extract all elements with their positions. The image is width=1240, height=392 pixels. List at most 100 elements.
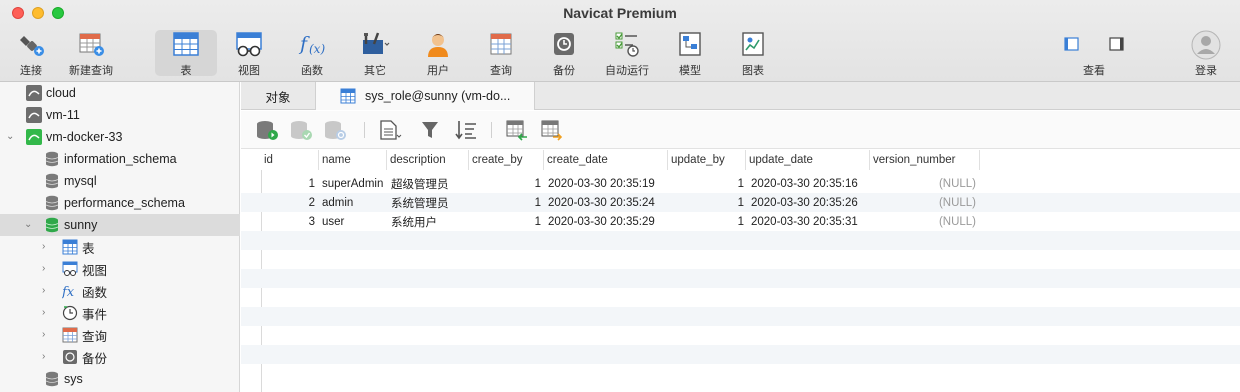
cell-create-by[interactable]: 1 xyxy=(469,193,541,212)
tree-group-backups[interactable]: › 备份 xyxy=(0,346,240,368)
chevron-right-icon[interactable]: › xyxy=(42,330,52,340)
toolbar-backup-button[interactable]: 备份 xyxy=(533,30,595,77)
toolbar-connect-button[interactable]: 连接 xyxy=(0,30,62,77)
column-header-create-date[interactable]: create_date xyxy=(544,150,668,170)
toolbar-separator xyxy=(364,122,365,138)
toolbar-view-mode-button[interactable]: 查看 xyxy=(1062,30,1126,77)
toolbar-chart-label: 图表 xyxy=(742,65,764,77)
column-header-create-by[interactable]: create_by xyxy=(469,150,544,170)
column-header-update-by[interactable]: update_by xyxy=(668,150,746,170)
tree-connection-cloud[interactable]: cloud xyxy=(0,82,240,104)
column-header-id[interactable]: id xyxy=(261,150,319,170)
tree-group-events[interactable]: › 事件 xyxy=(0,302,240,324)
cell-version-number[interactable]: (NULL) xyxy=(870,193,976,212)
tree-group-queries[interactable]: › 查询 xyxy=(0,324,240,346)
tree-database-performance-schema[interactable]: performance_schema xyxy=(0,192,240,214)
chevron-right-icon[interactable]: › xyxy=(42,242,52,252)
column-header-name[interactable]: name xyxy=(319,150,387,170)
data-grid: id name description create_by create_dat… xyxy=(241,150,1240,392)
model-icon xyxy=(679,32,701,56)
column-header-version-number[interactable]: version_number xyxy=(870,150,980,170)
tree-group-functions[interactable]: › fx 函数 xyxy=(0,280,240,302)
chevron-down-icon[interactable]: ⌄ xyxy=(6,132,16,142)
cell-create-date[interactable]: 2020-03-30 20:35:19 xyxy=(548,174,670,193)
user-icon xyxy=(428,34,448,57)
cell-version-number[interactable]: (NULL) xyxy=(870,212,976,231)
cell-update-date[interactable]: 2020-03-30 20:35:31 xyxy=(751,212,873,231)
cell-create-by[interactable]: 1 xyxy=(469,174,541,193)
cell-name[interactable]: superAdmin xyxy=(322,174,388,193)
chevron-down-icon[interactable]: ⌄ xyxy=(24,220,34,230)
apply-changes-icon[interactable] xyxy=(289,119,313,141)
table-row[interactable]: 3 user 系统用户 1 2020-03-30 20:35:29 1 2020… xyxy=(241,212,1240,231)
login-avatar-icon xyxy=(1191,30,1221,60)
toolbar-login-button[interactable]: 登录 xyxy=(1175,30,1237,77)
table-icon xyxy=(173,32,199,56)
tree-database-label: sys xyxy=(64,372,83,386)
toolbar-user-button[interactable]: 用户 xyxy=(407,30,469,77)
discard-changes-icon[interactable] xyxy=(323,119,347,141)
cell-update-by[interactable]: 1 xyxy=(668,174,744,193)
toolbar-function-button[interactable]: f (x) 函数 xyxy=(281,30,343,77)
function-icon: fx xyxy=(62,285,75,299)
chevron-right-icon[interactable]: › xyxy=(42,264,52,274)
tree-connection-label: vm-docker-33 xyxy=(46,130,123,144)
column-header-description[interactable]: description xyxy=(387,150,469,170)
add-record-icon[interactable] xyxy=(255,119,279,141)
chart-icon xyxy=(742,32,764,56)
cell-update-by[interactable]: 1 xyxy=(668,193,744,212)
cell-update-date[interactable]: 2020-03-30 20:35:26 xyxy=(751,193,873,212)
toolbar-new-query-button[interactable]: 新建查询 xyxy=(59,30,123,77)
cell-description[interactable]: 系统用户 xyxy=(391,212,471,231)
chevron-right-icon[interactable]: › xyxy=(42,308,52,318)
mysql-connection-icon xyxy=(26,85,42,101)
cell-update-by[interactable]: 1 xyxy=(668,212,744,231)
toolbar-automation-button[interactable]: 自动运行 xyxy=(596,30,658,77)
chevron-right-icon[interactable]: › xyxy=(42,286,52,296)
tree-connection-vm-docker-33[interactable]: ⌄ vm-docker-33 xyxy=(0,126,240,148)
toolbar-query-button[interactable]: 查询 xyxy=(470,30,532,77)
tab-objects[interactable]: 对象 xyxy=(241,82,316,110)
cell-id[interactable]: 1 xyxy=(261,174,315,193)
tab-sys-role[interactable]: sys_role@sunny (vm-do... xyxy=(316,82,535,110)
tree-connection-vm-11[interactable]: vm-11 xyxy=(0,104,240,126)
sort-icon[interactable] xyxy=(454,119,478,141)
cell-create-date[interactable]: 2020-03-30 20:35:29 xyxy=(548,212,670,231)
tree-group-views[interactable]: › 视图 xyxy=(0,258,240,280)
cell-id[interactable]: 3 xyxy=(261,212,315,231)
cell-version-number[interactable]: (NULL) xyxy=(870,174,976,193)
toolbar-table-button[interactable]: 表 xyxy=(155,30,217,77)
toolbar-model-button[interactable]: 模型 xyxy=(659,30,721,77)
empty-row xyxy=(241,307,1240,326)
table-row[interactable]: 1 superAdmin 超级管理员 1 2020-03-30 20:35:19… xyxy=(241,174,1240,193)
plug-icon xyxy=(20,36,44,56)
text-document-icon[interactable] xyxy=(378,119,402,141)
tree-database-sunny[interactable]: ⌄ sunny xyxy=(0,214,240,236)
tree-group-label: 事件 xyxy=(82,307,108,322)
tree-database-sys[interactable]: sys xyxy=(0,368,240,390)
column-header-update-date[interactable]: update_date xyxy=(746,150,870,170)
toolbar-chart-button[interactable]: 图表 xyxy=(722,30,784,77)
cell-update-date[interactable]: 2020-03-30 20:35:16 xyxy=(751,174,873,193)
export-icon[interactable] xyxy=(540,119,564,141)
cell-name[interactable]: user xyxy=(322,212,388,231)
filter-icon[interactable] xyxy=(419,119,443,141)
cell-description[interactable]: 超级管理员 xyxy=(391,174,471,193)
table-row[interactable]: 2 admin 系统管理员 1 2020-03-30 20:35:24 1 20… xyxy=(241,193,1240,212)
cell-create-by[interactable]: 1 xyxy=(469,212,541,231)
empty-row xyxy=(241,250,1240,269)
backup-icon xyxy=(554,33,574,55)
import-icon[interactable] xyxy=(505,119,529,141)
tree-group-label: 查询 xyxy=(82,329,108,344)
toolbar-view-button[interactable]: 视图 xyxy=(218,30,280,77)
tree-database-information-schema[interactable]: information_schema xyxy=(0,148,240,170)
svg-text:fx: fx xyxy=(62,285,75,299)
cell-name[interactable]: admin xyxy=(322,193,388,212)
cell-description[interactable]: 系统管理员 xyxy=(391,193,471,212)
chevron-right-icon[interactable]: › xyxy=(42,352,52,362)
tree-database-mysql[interactable]: mysql xyxy=(0,170,240,192)
tree-group-tables[interactable]: › 表 xyxy=(0,236,240,258)
toolbar-other-button[interactable]: 其它 xyxy=(344,30,406,77)
cell-id[interactable]: 2 xyxy=(261,193,315,212)
cell-create-date[interactable]: 2020-03-30 20:35:24 xyxy=(548,193,670,212)
